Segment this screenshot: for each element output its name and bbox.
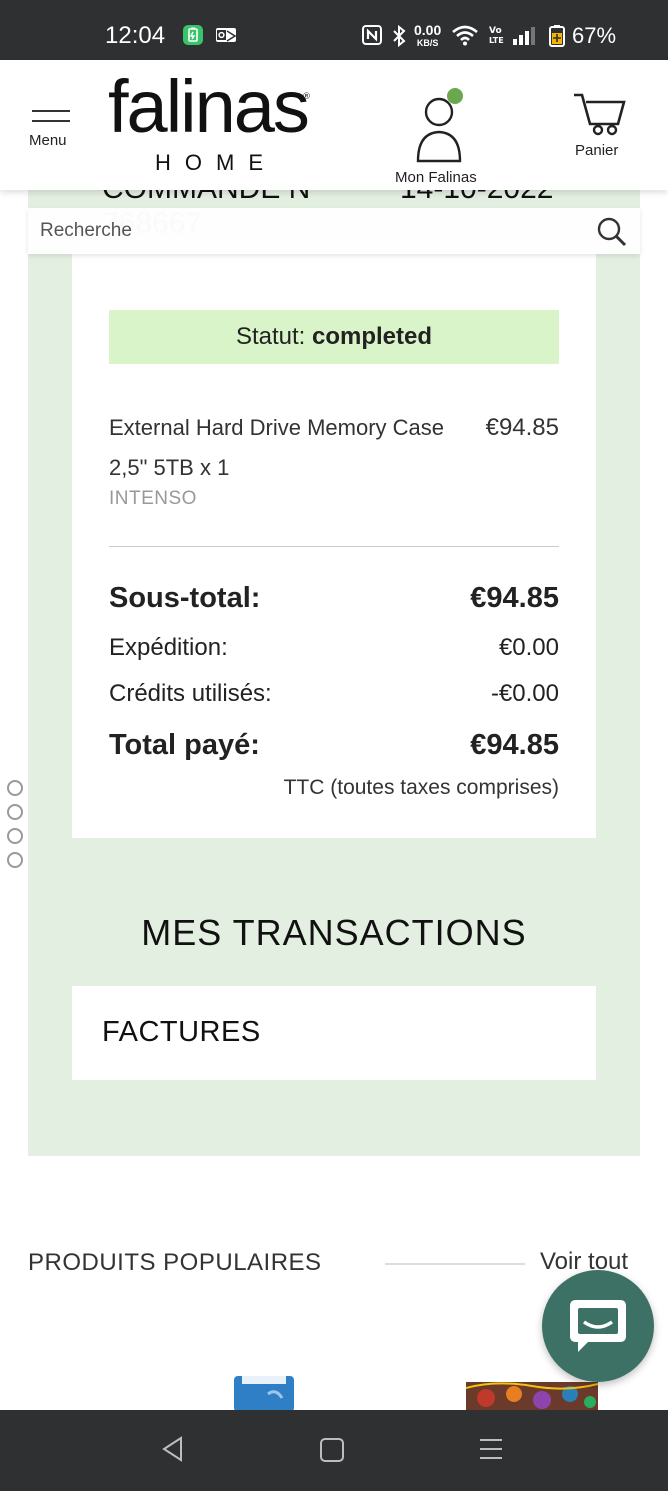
item-name: External Hard Drive Memory Case 2,5" 5TB… bbox=[109, 415, 444, 480]
logo-wordmark: falinas bbox=[108, 65, 310, 148]
logo-home-text: HOME bbox=[155, 150, 277, 175]
home-icon[interactable] bbox=[317, 1434, 347, 1464]
system-status-bar: 12:04 0.00 KB/S Vo LTE 67% bbox=[0, 0, 668, 60]
credits-value: -€0.00 bbox=[490, 680, 559, 707]
svg-text:LTE: LTE bbox=[489, 36, 504, 45]
site-header: Menu falinas ® HOME Mon Falinas Panier bbox=[0, 60, 668, 190]
outlook-icon bbox=[216, 28, 237, 42]
item-price: €94.85 bbox=[485, 414, 559, 441]
status-time: 12:04 bbox=[105, 22, 166, 49]
svg-text:Vo: Vo bbox=[489, 26, 502, 36]
order-summary-card: Statut: completed External Hard Drive Me… bbox=[72, 254, 596, 838]
factures-section[interactable]: FACTURES bbox=[72, 986, 596, 1080]
order-status-badge: Statut: completed bbox=[109, 310, 559, 364]
volte-icon: Vo LTE bbox=[489, 26, 504, 45]
factures-label[interactable]: FACTURES bbox=[102, 1016, 261, 1049]
credits-label: Crédits utilisés: bbox=[109, 680, 272, 707]
battery-icon bbox=[549, 25, 565, 47]
scroll-dot[interactable] bbox=[7, 804, 23, 820]
tax-note: TTC (toutes taxes comprises) bbox=[283, 776, 559, 799]
hamburger-icon-line-top bbox=[32, 110, 70, 112]
scroll-dot[interactable] bbox=[7, 828, 23, 844]
system-navigation-bar bbox=[0, 1410, 668, 1491]
scroll-dot[interactable] bbox=[7, 780, 23, 796]
search-input[interactable] bbox=[40, 208, 580, 254]
chat-button[interactable] bbox=[542, 1270, 654, 1382]
page-scroll-indicator[interactable] bbox=[6, 780, 26, 870]
cart-icon bbox=[574, 93, 626, 136]
account-button[interactable]: Mon Falinas bbox=[392, 88, 492, 186]
falinas-logo[interactable]: falinas ® HOME bbox=[108, 70, 313, 185]
chat-bubble-icon bbox=[570, 1300, 626, 1352]
online-status-dot bbox=[447, 88, 463, 104]
product-image-package[interactable] bbox=[232, 1372, 296, 1412]
recents-menu-icon[interactable] bbox=[476, 1434, 506, 1464]
shipping-value: €0.00 bbox=[498, 634, 559, 661]
hamburger-icon-line-bottom bbox=[32, 120, 70, 122]
shipping-label: Expédition: bbox=[109, 634, 228, 661]
network-speed: 0.00 KB/S bbox=[414, 22, 442, 50]
popular-products-heading: PRODUITS POPULAIRES bbox=[28, 1249, 322, 1276]
user-icon bbox=[416, 88, 463, 163]
total-value: €94.85 bbox=[470, 729, 559, 761]
total-label: Total payé: bbox=[109, 729, 260, 761]
divider bbox=[109, 546, 559, 547]
signal-icon bbox=[513, 27, 535, 45]
cart-label[interactable]: Panier bbox=[575, 142, 618, 159]
wifi-icon bbox=[452, 25, 478, 46]
logo-registered-mark: ® bbox=[302, 92, 311, 102]
status-value: completed bbox=[312, 323, 433, 350]
menu-label[interactable]: Menu bbox=[29, 132, 67, 149]
account-label[interactable]: Mon Falinas bbox=[395, 169, 477, 186]
nfc-icon bbox=[362, 25, 382, 45]
subtotal-value: €94.85 bbox=[470, 582, 559, 614]
search-bar bbox=[28, 208, 640, 254]
subtotal-label: Sous-total: bbox=[109, 582, 261, 614]
back-icon[interactable] bbox=[158, 1434, 188, 1464]
network-speed-unit: KB/S bbox=[416, 38, 439, 48]
bluetooth-icon bbox=[393, 24, 406, 48]
product-image-cushion[interactable] bbox=[466, 1378, 598, 1412]
status-prefix: Statut: bbox=[235, 323, 312, 350]
battery-saver-icon bbox=[183, 25, 203, 45]
item-brand: INTENSO bbox=[109, 488, 197, 509]
transactions-heading: MES TRANSACTIONS bbox=[141, 912, 527, 953]
battery-percent: 67% bbox=[572, 23, 617, 48]
section-divider-line bbox=[385, 1263, 525, 1265]
scroll-dot[interactable] bbox=[7, 852, 23, 868]
network-speed-value: 0.00 bbox=[414, 22, 442, 38]
search-icon[interactable] bbox=[596, 216, 628, 248]
